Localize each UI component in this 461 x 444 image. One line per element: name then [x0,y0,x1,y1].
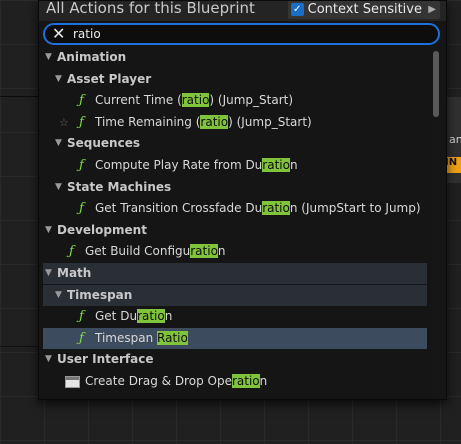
category-row[interactable]: ▼ Timespan [43,284,427,306]
action-label-prefix: Get Du [95,309,138,324]
search-match-highlight: ratio [200,114,229,129]
action-menu-title: All Actions for this Blueprint [46,0,255,17]
action-label-prefix: Compute Play Rate from Du [95,158,263,172]
action-label-prefix: Time Remaining ( [95,114,201,129]
graph-node-text: an [449,133,461,146]
function-icon: ƒ [79,201,84,217]
function-icon: ƒ [79,330,84,346]
action-label: Get Transition Crossfade Duration (JumpS… [95,198,421,219]
chevron-right-icon[interactable]: ▶ [428,1,436,19]
action-label: Compute Play Rate from Duration [95,155,298,176]
action-item[interactable]: ƒ Get Build Configuration [43,241,427,262]
action-label-suffix: ) (Jump_Start) [209,93,294,108]
category-label: Asset Player [67,71,152,86]
action-item[interactable]: ƒ Timespan Ratio [43,327,427,349]
action-label: Create Drag & Drop Operation [85,371,267,392]
graph-wire [0,96,38,97]
action-label: Get Duration [95,306,172,327]
category-row[interactable]: ▼ Math [43,263,427,284]
action-label: Get Build Configuration [85,241,226,262]
category-row[interactable]: ▼ Development [43,220,427,241]
function-icon: ƒ [79,93,84,109]
action-item[interactable]: Create Drag & Drop Operation [43,371,427,392]
action-label-suffix: n [164,309,173,324]
action-label-prefix: Get Build Configu [85,244,191,259]
action-label-prefix: Get Transition Crossfade Du [95,201,263,216]
action-item[interactable]: ☆ ƒ Time Remaining (ratio) (Jump_Start) [43,112,427,133]
function-icon: ƒ [79,114,84,130]
favorite-star-icon[interactable]: ☆ [59,112,69,133]
expand-triangle-icon[interactable]: ▼ [55,133,62,154]
category-label: Math [57,266,92,280]
clear-search-icon[interactable]: ✕ [52,25,65,43]
drag-drop-icon [65,376,80,388]
search-match-highlight: Ratio [157,330,188,345]
action-item[interactable]: ƒ Get Duration [43,306,427,327]
action-menu-header: All Actions for this Blueprint ✓ Context… [39,1,446,21]
scrollbar-thumb[interactable] [433,51,439,117]
category-row[interactable]: ▼ Asset Player [43,69,427,90]
action-label-suffix: ) (Jump_Start) [228,114,312,129]
function-icon: ƒ [79,158,84,173]
expand-triangle-icon[interactable]: ▼ [55,69,62,90]
action-item[interactable]: ƒ Current Time (ratio) (Jump_Start) [43,90,427,111]
action-item[interactable]: ƒ Compute Play Rate from Duration [43,155,427,176]
action-label-suffix: n [217,244,226,259]
expand-triangle-icon[interactable]: ▼ [45,349,52,370]
graph-node[interactable]: an IN [445,97,461,183]
category-row[interactable]: ▼ Sequences [43,133,427,154]
expand-triangle-icon[interactable]: ▼ [45,220,52,241]
action-label-prefix: Timespan [95,330,158,345]
category-row[interactable]: ▼ User Interface [43,349,427,370]
search-box: ✕ [43,23,440,45]
category-label: Sequences [67,136,140,151]
search-match-highlight: ratio [190,244,218,259]
action-item[interactable]: ƒ Get Transition Crossfade Duration (Jump… [43,198,427,219]
context-sensitive-label: Context Sensitive [307,2,422,17]
graph-node-tag: IN [445,157,461,173]
expand-triangle-icon[interactable]: ▼ [45,263,52,284]
search-match-highlight: ratio [231,374,260,388]
search-match-highlight: ratio [137,309,165,324]
function-icon: ƒ [69,244,74,260]
action-label: Current Time (ratio) (Jump_Start) [95,90,293,111]
checkbox-checked-icon[interactable]: ✓ [290,3,304,16]
category-label: Timespan [67,287,133,302]
search-input[interactable] [73,26,413,42]
category-label: User Interface [57,352,154,367]
action-label-suffix: n [289,158,298,172]
action-label: Timespan Ratio [95,328,188,349]
search-match-highlight: ratio [181,93,210,108]
action-label-suffix: n (JumpStart to Jump) [289,201,421,216]
expand-triangle-icon[interactable]: ▼ [45,47,52,68]
action-label: Time Remaining (ratio) (Jump_Start) [95,112,312,133]
category-row[interactable]: ▼ Animation [43,47,427,68]
action-label-prefix: Create Drag & Drop Ope [85,374,232,388]
expand-triangle-icon[interactable]: ▼ [55,285,62,306]
scrollbar[interactable] [432,49,440,396]
context-sensitive-toggle[interactable]: ✓ Context Sensitive ▶ [287,1,440,19]
action-label-suffix: n [259,374,268,388]
action-menu: All Actions for this Blueprint ✓ Context… [38,0,447,400]
category-label: State Machines [67,179,172,194]
graph-wire [0,346,38,347]
search-match-highlight: ratio [262,158,290,172]
category-row[interactable]: ▼ State Machines [43,177,427,198]
category-label: Development [57,222,147,237]
expand-triangle-icon[interactable]: ▼ [55,177,62,198]
action-label-prefix: Current Time ( [95,93,182,108]
function-icon: ƒ [79,309,84,325]
category-label: Animation [57,50,127,64]
search-match-highlight: ratio [262,201,290,216]
